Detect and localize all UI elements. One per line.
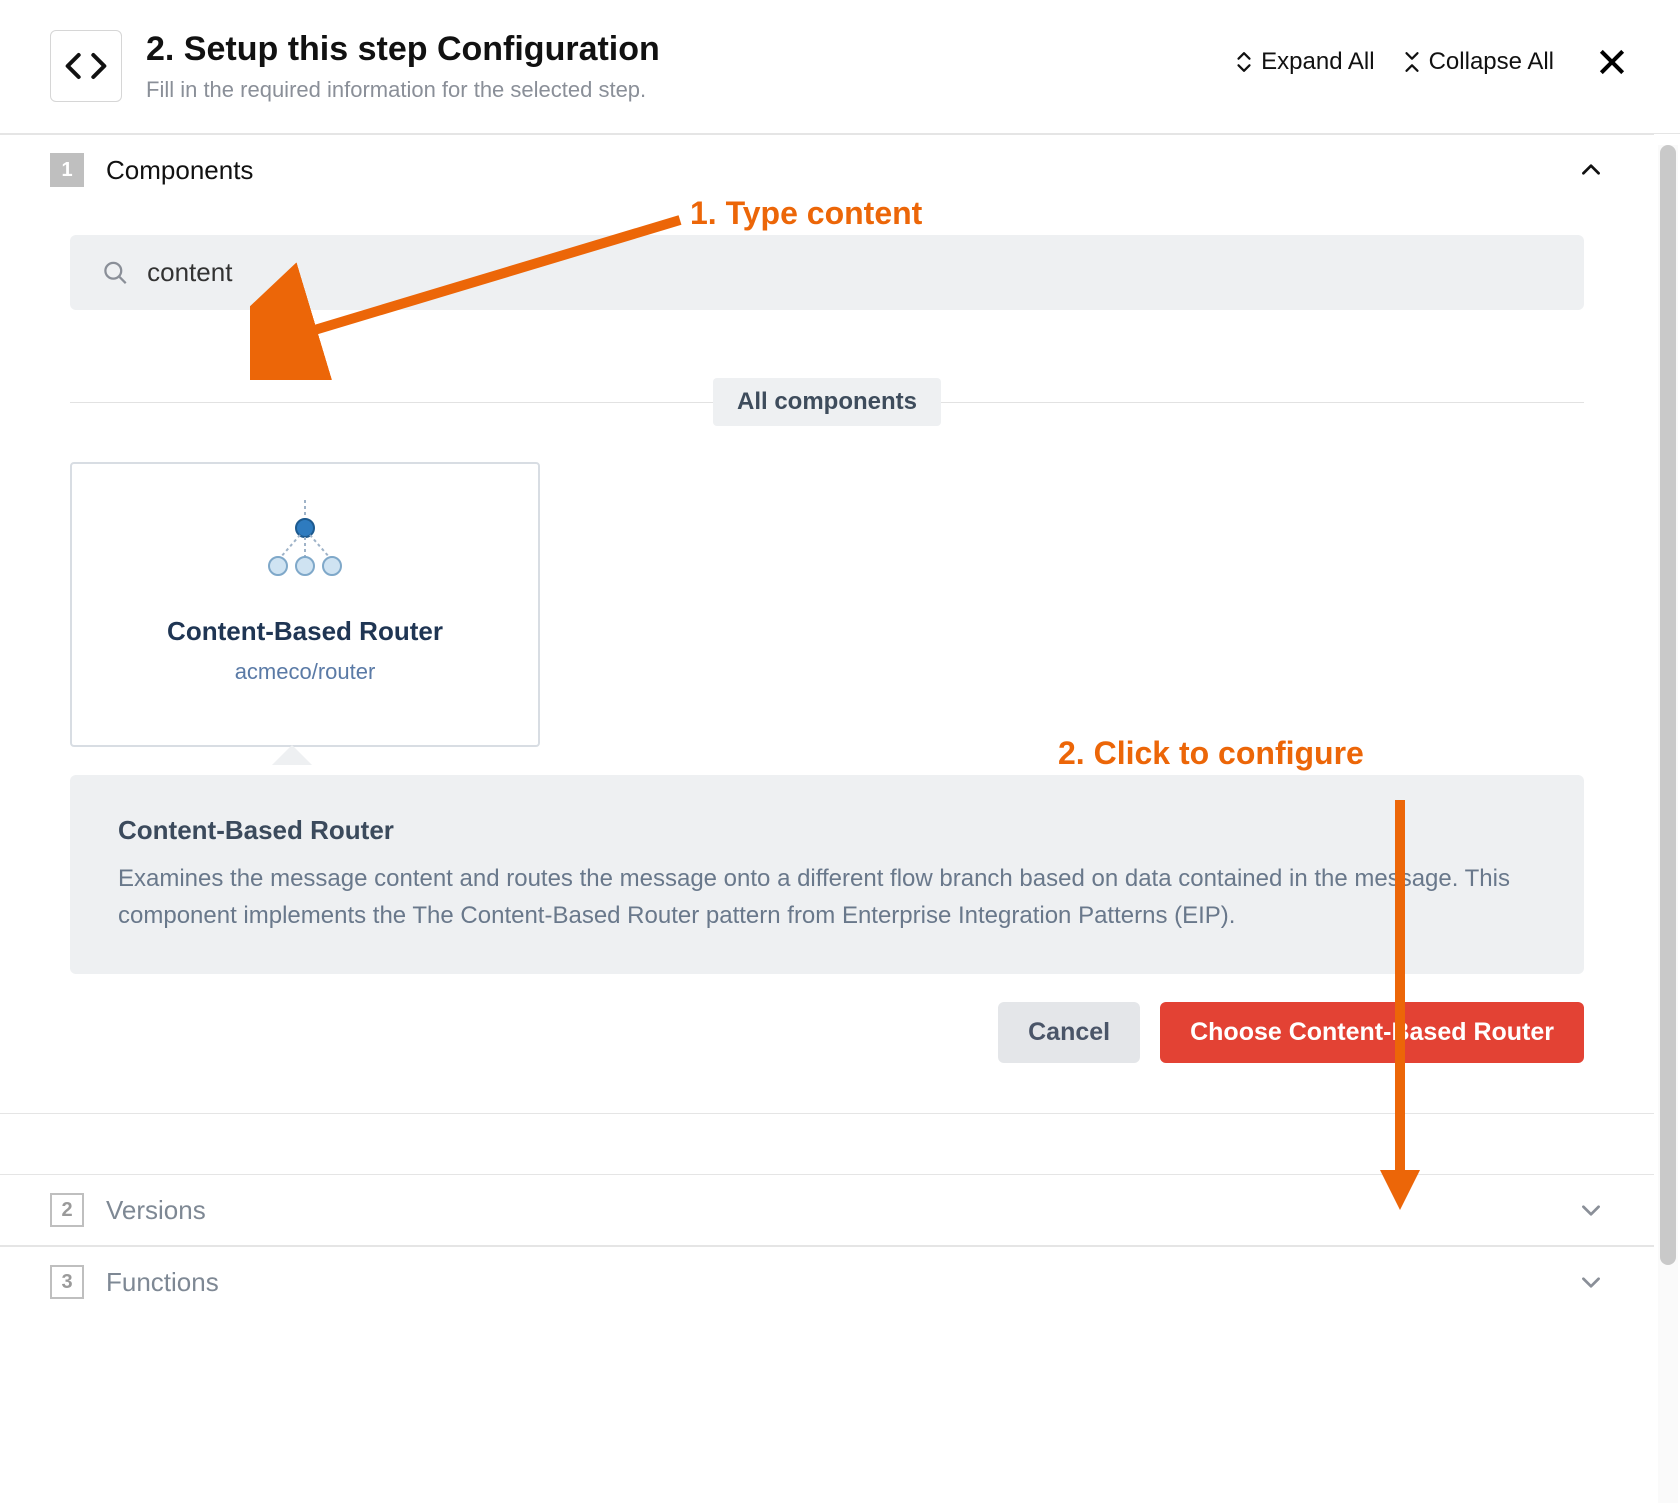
section-versions-title: Versions [106,1195,1578,1226]
section-versions: 2 Versions [0,1174,1654,1246]
section-components-header[interactable]: 1 Components [0,135,1654,205]
close-button[interactable] [1594,44,1630,80]
step-number-1: 1 [50,153,84,187]
collapse-all-label: Collapse All [1429,48,1554,76]
search-field-wrap[interactable] [70,235,1584,310]
spacer [0,1114,1654,1174]
component-card-subtitle: acmeco/router [96,659,514,685]
code-icon [50,30,122,102]
divider-line-left [70,402,713,403]
scroll-area: 1 Components All components [0,134,1654,1500]
component-detail-panel: Content-Based Router Examines the messag… [70,775,1584,974]
scrollbar-thumb[interactable] [1660,145,1676,1265]
step-number-3: 3 [50,1265,84,1299]
search-icon [102,259,129,287]
header-title-block: 2. Setup this step Configuration Fill in… [146,30,1235,103]
choose-button[interactable]: Choose Content-Based Router [1160,1002,1584,1063]
step-number-2: 2 [50,1193,84,1227]
chevron-down-icon [1578,1269,1604,1295]
router-icon [250,500,360,590]
divider-line-right [941,402,1584,403]
expand-all-label: Expand All [1261,48,1374,76]
collapse-all-button[interactable]: Collapse All [1403,48,1554,76]
section-functions: 3 Functions [0,1246,1654,1317]
expand-all-button[interactable]: Expand All [1235,48,1374,76]
section-components-body: All components [0,205,1654,1113]
section-components: 1 Components All components [0,134,1654,1114]
search-input[interactable] [147,257,1552,288]
section-versions-header[interactable]: 2 Versions [0,1175,1654,1245]
component-card-title: Content-Based Router [96,616,514,647]
chevron-down-icon [1578,1197,1604,1223]
chevron-up-icon [1578,157,1604,183]
action-button-row: Cancel Choose Content-Based Router [70,1002,1584,1063]
cancel-button[interactable]: Cancel [998,1002,1140,1063]
dialog-title: 2. Setup this step Configuration [146,30,1235,69]
component-detail-title: Content-Based Router [118,815,1536,846]
all-components-label: All components [713,378,941,426]
component-card[interactable]: Content-Based Router acmeco/router [70,462,540,747]
component-detail-text: Examines the message content and routes … [118,860,1536,934]
dialog-header: 2. Setup this step Configuration Fill in… [0,0,1680,134]
dialog-subtitle: Fill in the required information for the… [146,77,1235,103]
header-actions: Expand All Collapse All [1235,44,1630,80]
section-functions-title: Functions [106,1267,1578,1298]
section-components-title: Components [106,155,1578,186]
all-components-divider: All components [70,378,1584,426]
section-functions-header[interactable]: 3 Functions [0,1247,1654,1317]
